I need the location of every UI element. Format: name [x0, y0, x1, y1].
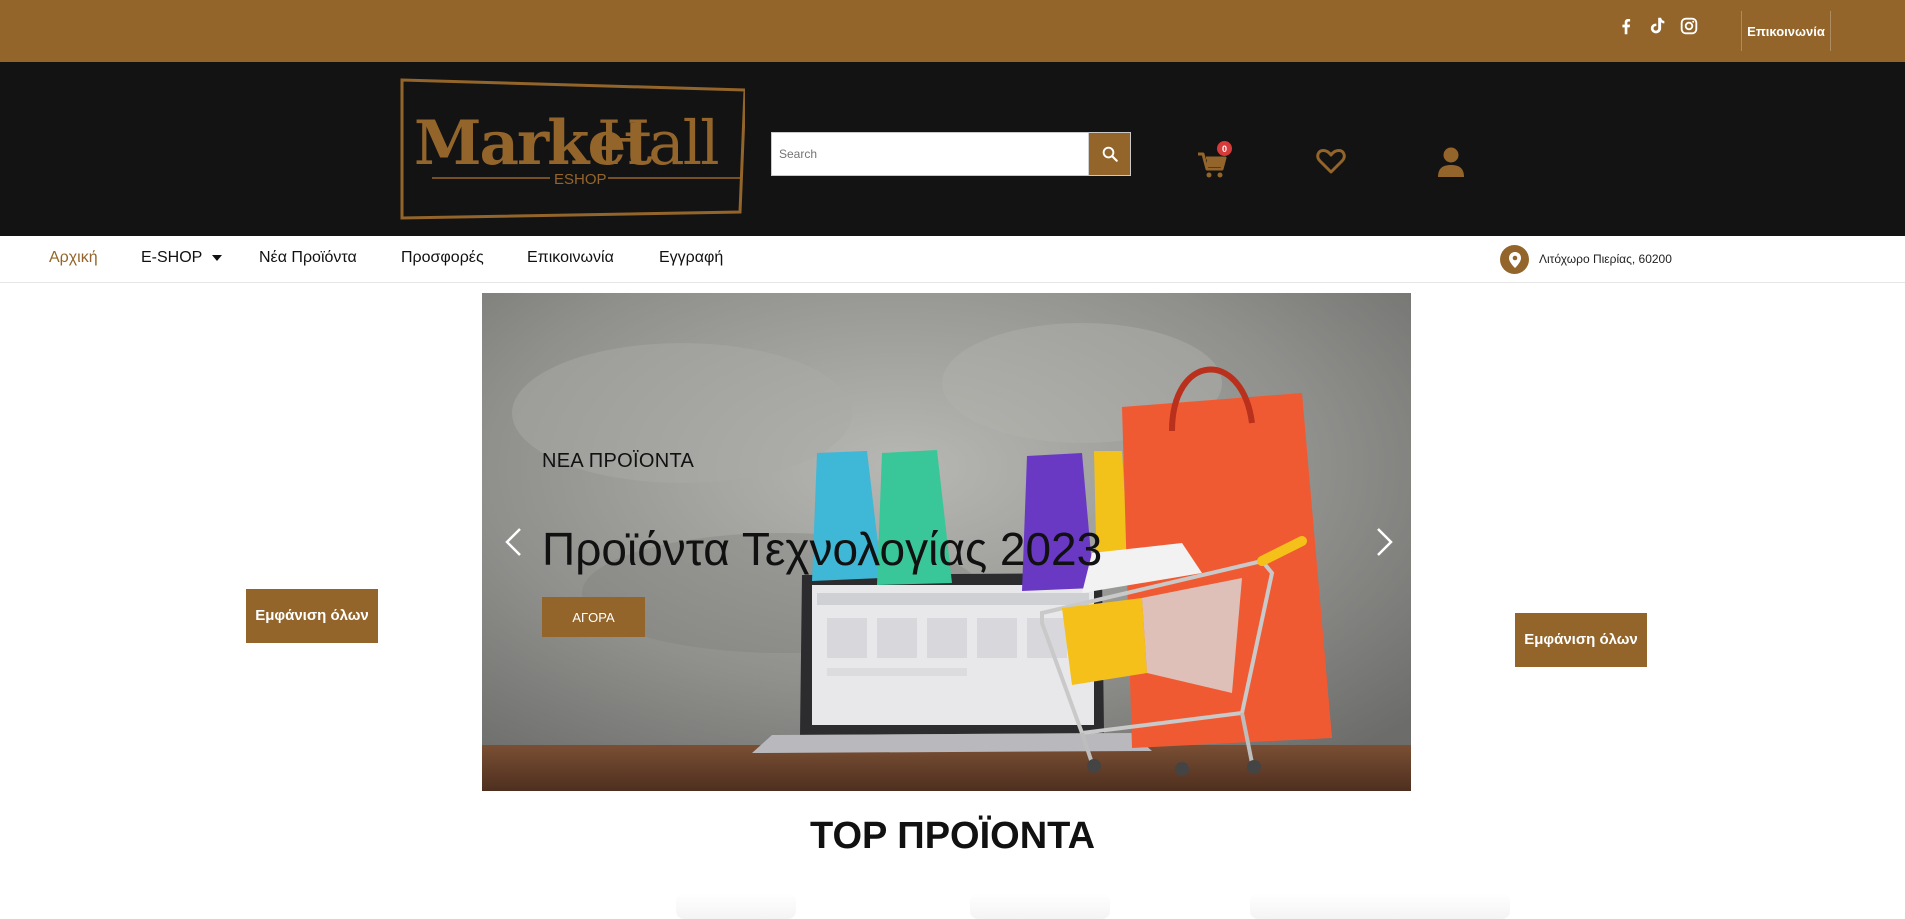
top-products-heading: TOP ΠΡΟΪΟΝΤΑ [809, 815, 1096, 857]
hero-slider: ΝΕΑ ΠΡΟΪΟΝΤΑ Προϊόντα Τεχνολογίας 2023 Α… [482, 293, 1411, 791]
product-card-peek [1250, 893, 1510, 919]
product-card-peek [970, 893, 1110, 919]
slide-kicker: ΝΕΑ ΠΡΟΪΟΝΤΑ [542, 450, 695, 472]
search-bar [771, 132, 1131, 176]
nav-item-home[interactable]: Αρχική [49, 249, 98, 267]
chevron-down-icon [212, 254, 223, 261]
search-icon [1102, 146, 1118, 162]
location-pin-icon [1500, 245, 1529, 274]
search-input[interactable] [772, 133, 1088, 175]
top-contact-link[interactable]: Επικοινωνία [1741, 11, 1831, 51]
nav-item-eshop-label: E-SHOP [141, 249, 203, 266]
cart-count-badge: 0 [1217, 141, 1232, 156]
slide-buy-button[interactable]: ΑΓΟΡΑ [542, 597, 645, 637]
nav-item-eshop[interactable]: E-SHOP [141, 249, 223, 267]
store-location: Λιτόχωρο Πιερίας, 60200 [1539, 252, 1672, 266]
instagram-icon[interactable] [1678, 15, 1700, 42]
slider-next-arrow-icon[interactable] [1372, 526, 1396, 558]
show-all-button-left[interactable]: Εμφάνιση όλων [246, 589, 378, 643]
nav-item-new-products[interactable]: Νέα Προϊόντα [259, 249, 357, 267]
product-card-peek [676, 893, 796, 919]
slider-prev-arrow-icon[interactable] [502, 526, 526, 558]
facebook-icon[interactable] [1615, 15, 1637, 42]
slide-title: Προϊόντα Τεχνολογίας 2023 [542, 523, 1103, 575]
svg-text:Hall: Hall [597, 108, 718, 179]
search-button[interactable] [1088, 133, 1130, 175]
show-all-button-right[interactable]: Εμφάνιση όλων [1515, 613, 1647, 667]
nav-item-register[interactable]: Εγγραφή [659, 249, 723, 267]
nav-item-offers[interactable]: Προσφορές [401, 249, 484, 267]
svg-text:ESHOP: ESHOP [554, 171, 607, 188]
nav-item-contact[interactable]: Επικοινωνία [527, 249, 614, 267]
account-user-icon[interactable] [1436, 146, 1466, 178]
wishlist-heart-icon[interactable] [1316, 147, 1346, 175]
markethall-logo[interactable]: Market Hall ESHOP [400, 78, 747, 220]
tiktok-icon[interactable] [1646, 15, 1668, 42]
